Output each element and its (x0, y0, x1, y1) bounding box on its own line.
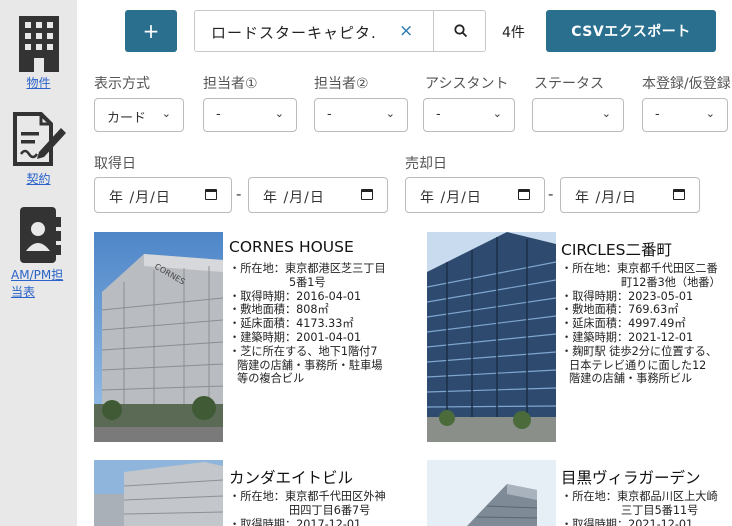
calendar-icon[interactable] (673, 189, 685, 200)
card-detail-line: ・取得時期：2021-12-01 (561, 517, 694, 526)
building-photo (427, 460, 556, 526)
search-icon (454, 24, 468, 38)
calendar-icon[interactable] (205, 189, 217, 200)
staff-2-select[interactable]: - ⌄ (314, 98, 408, 132)
chevron-down-icon: ⌄ (601, 107, 611, 120)
card-detail-line: 町12番3他（地番） (621, 275, 721, 289)
sold-date-label: 売却日 (405, 156, 447, 172)
card-detail-line: ・延床面積：4997.49㎡ (561, 317, 686, 331)
card-detail-line: 三丁目5番11号 (621, 503, 699, 517)
card-detail-line: 日本テレビ通りに面した12 (569, 358, 707, 372)
property-photo-meguro-villa-garden[interactable] (427, 460, 556, 526)
result-count: 4件 (502, 25, 525, 41)
building-photo (94, 460, 223, 526)
registration-select[interactable]: - ⌄ (642, 98, 728, 132)
search-box: ロードスターキャピタ. × (194, 10, 486, 52)
building-icon (18, 16, 59, 72)
card-title[interactable]: カンダエイトビル (229, 466, 353, 488)
card-detail-line: 階建の店舗・事務所・駐車場 (237, 358, 383, 372)
calendar-icon[interactable] (361, 189, 373, 200)
card-detail-line: ・建築時期：2001-04-01 (229, 330, 362, 344)
card-detail-line: 等の複合ビル (237, 372, 305, 386)
sold-date-from-input[interactable]: 年 /月/日 (405, 177, 545, 213)
acquired-date-from-input[interactable]: 年 /月/日 (94, 177, 232, 213)
card-detail-line: ・麹町駅 徒歩2分に位置する、 (561, 344, 718, 358)
property-photo-kanda-eight[interactable] (94, 460, 223, 526)
sidebar: 物件 契約 AM/PM担 当表 (0, 0, 77, 526)
assistant-select[interactable]: - ⌄ (423, 98, 515, 132)
card-detail-line: ・敷地面積：769.63㎡ (561, 303, 679, 317)
csv-export-button[interactable]: CSVエクスポート (546, 10, 716, 52)
card-details: ・所在地：東京都千代田区外神 田四丁目6番7号 ・取得時期：2017-12-01 (229, 490, 386, 526)
card-detail-line: ・芝に所在する、地下1階付7 (229, 344, 378, 358)
card-detail-line: ・所在地：東京都品川区上大崎 (561, 490, 718, 503)
card-title[interactable]: CORNES HOUSE (229, 238, 354, 256)
search-button[interactable] (437, 11, 485, 51)
acquired-date-to-input[interactable]: 年 /月/日 (248, 177, 388, 213)
chevron-down-icon: ⌄ (492, 107, 502, 120)
card-detail-line: ・所在地：東京都港区芝三丁目 (229, 262, 386, 275)
chevron-down-icon: ⌄ (385, 107, 395, 120)
clear-search-icon[interactable]: × (399, 21, 413, 41)
card-details: ・所在地：東京都品川区上大崎 三丁目5番11号 ・取得時期：2021-12-01 (561, 490, 718, 526)
property-photo-circles-nibancho[interactable] (427, 232, 556, 442)
filter-label-status: ステータス (534, 76, 604, 92)
search-divider (433, 11, 434, 51)
property-photo-cornes-house[interactable]: CORNES (94, 232, 223, 442)
sidebar-item-label: AM/PM担 当表 (11, 268, 64, 299)
card-detail-line: 階建の店舗・事務所ビル (569, 372, 693, 386)
card-title[interactable]: CIRCLES二番町 (561, 238, 672, 260)
card-detail-line: ・取得時期：2023-05-01 (561, 289, 694, 303)
calendar-icon[interactable] (518, 189, 530, 200)
filter-label-staff-1: 担当者① (203, 76, 258, 92)
status-select[interactable]: ⌄ (532, 98, 624, 132)
filter-label-assistant: アシスタント (425, 76, 509, 92)
contact-book-icon (19, 207, 61, 263)
date-range-separator: - (236, 185, 242, 203)
filter-label-display-mode: 表示方式 (94, 76, 150, 92)
add-property-button[interactable]: + (125, 10, 177, 52)
chevron-down-icon: ⌄ (161, 107, 171, 120)
card-detail-line: 田四丁目6番7号 (289, 503, 371, 517)
card-detail-line: ・取得時期：2017-12-01 (229, 517, 362, 526)
card-detail-line: ・取得時期：2016-04-01 (229, 289, 362, 303)
sidebar-item-properties[interactable]: 物件 (0, 12, 77, 91)
sidebar-item-label: 契約 (26, 172, 51, 186)
display-mode-select[interactable]: カード ⌄ (94, 98, 184, 132)
card-title[interactable]: 目黒ヴィラガーデン (561, 466, 701, 488)
card-detail-line: ・建築時期：2021-12-01 (561, 330, 694, 344)
card-detail-line: ・所在地：東京都千代田区二番 (561, 262, 718, 275)
staff-1-select[interactable]: - ⌄ (203, 98, 297, 132)
date-range-separator: - (548, 185, 554, 203)
sidebar-item-label: 物件 (26, 76, 51, 90)
sidebar-item-contracts[interactable]: 契約 (0, 108, 77, 187)
card-details: ・所在地：東京都港区芝三丁目 5番1号 ・取得時期：2016-04-01 ・敷地… (229, 262, 386, 386)
building-photo (427, 232, 556, 442)
search-input[interactable]: ロードスターキャピタ. (211, 22, 401, 43)
contract-icon (12, 112, 66, 166)
card-detail-line: 5番1号 (289, 275, 326, 289)
card-detail-line: ・延床面積：4173.33㎡ (229, 317, 354, 331)
chevron-down-icon: ⌄ (705, 107, 715, 120)
building-photo: CORNES (94, 232, 223, 442)
card-detail-line: ・敷地面積：808㎡ (229, 303, 329, 317)
chevron-down-icon: ⌄ (274, 107, 284, 120)
sidebar-item-am-pm-assignments[interactable]: AM/PM担 当表 (0, 205, 77, 301)
acquired-date-label: 取得日 (94, 156, 136, 172)
card-detail-line: ・所在地：東京都千代田区外神 (229, 490, 386, 503)
filter-label-registration: 本登録/仮登録 (642, 76, 731, 92)
sold-date-to-input[interactable]: 年 /月/日 (560, 177, 700, 213)
card-details: ・所在地：東京都千代田区二番 町12番3他（地番） ・取得時期：2023-05-… (561, 262, 721, 386)
filter-label-staff-2: 担当者② (314, 76, 369, 92)
